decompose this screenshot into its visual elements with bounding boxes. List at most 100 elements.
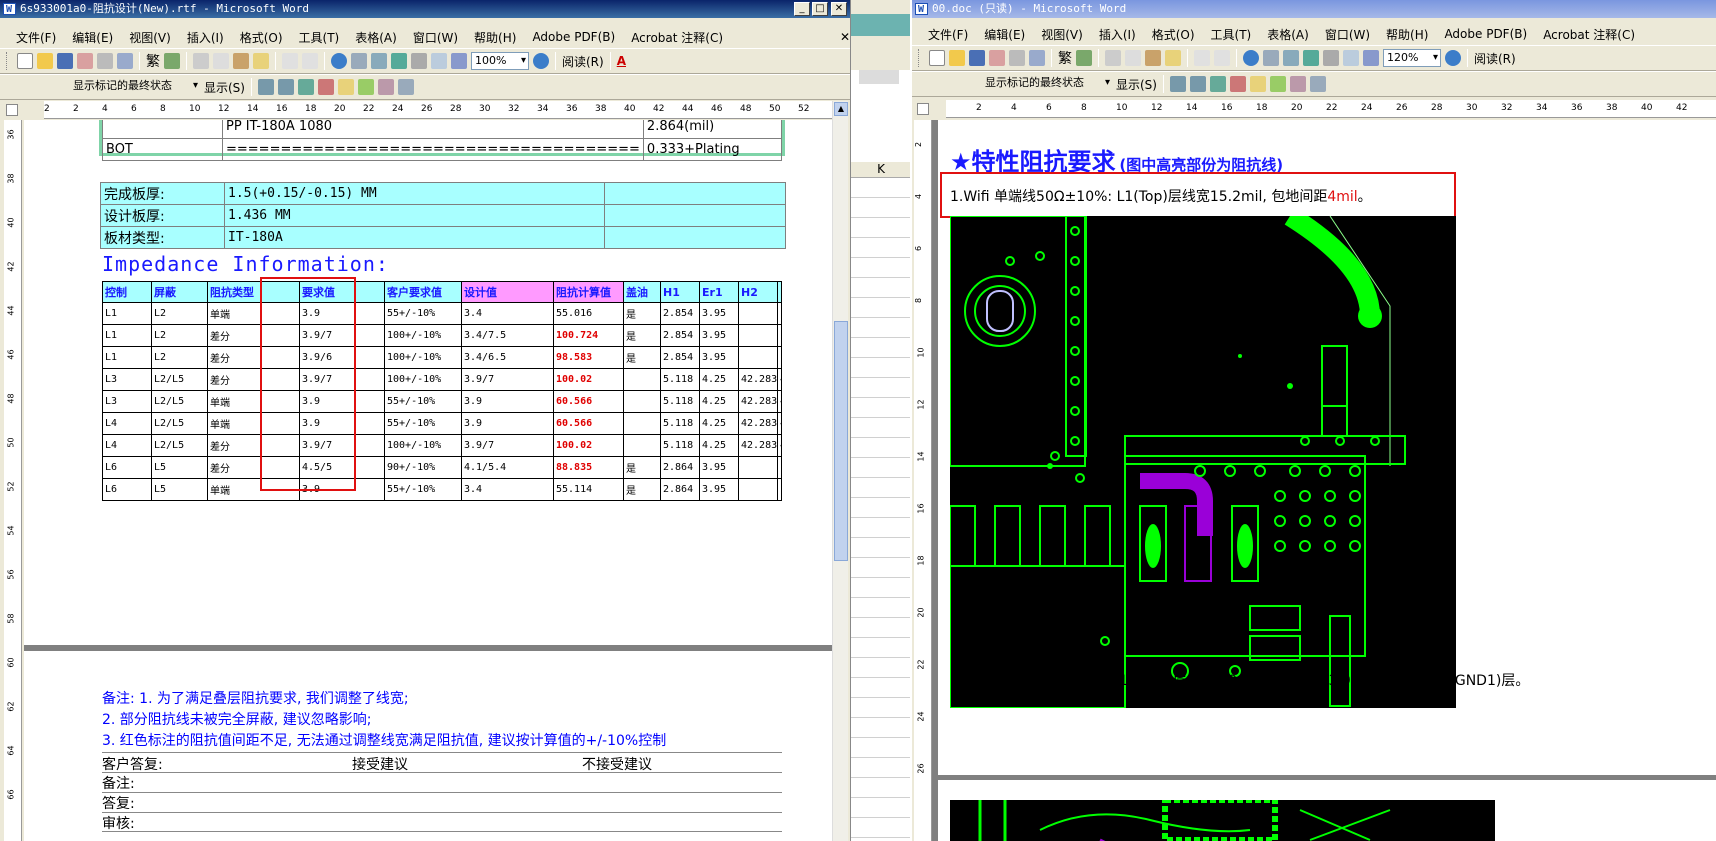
undo-icon[interactable] [1194, 50, 1210, 66]
menu-edit[interactable]: 编辑(E) [64, 29, 121, 46]
new-doc-icon[interactable] [17, 53, 33, 69]
insert-table-icon[interactable] [1283, 50, 1299, 66]
doc-close-icon[interactable]: ✕ [832, 30, 850, 44]
menu-view[interactable]: 视图(V) [1033, 26, 1091, 43]
impedance-cell[interactable]: 2.854 [660, 302, 700, 325]
impedance-cell[interactable]: 3.95 [699, 302, 739, 325]
document-page[interactable]: ★特性阻抗要求 (图中高亮部份为阻抗线) 1.Wifi 单端线50Ω±10%: … [938, 120, 1716, 775]
impedance-cell[interactable]: L6 [102, 478, 152, 501]
impedance-cell[interactable]: 3.9 [461, 412, 554, 435]
impedance-cell[interactable]: 100+/-10% [384, 434, 462, 457]
menu-format[interactable]: 格式(O) [1144, 26, 1203, 43]
menu-insert[interactable]: 插入(I) [179, 29, 232, 46]
traditional-chinese-icon[interactable]: 繁 [146, 51, 160, 71]
impedance-cell[interactable]: 4.25 [777, 368, 782, 391]
impedance-cell[interactable]: 4.25 [699, 412, 739, 435]
impedance-cell[interactable]: 2.854 [660, 324, 700, 347]
impedance-cell[interactable]: 42.283 [738, 390, 778, 413]
left-document-area[interactable]: PP IT-180A 1080 2.864(mil) BOT =========… [24, 120, 832, 841]
menu-help[interactable]: 帮助(H) [1378, 26, 1436, 43]
copy-icon[interactable] [1125, 50, 1141, 66]
paste-icon[interactable] [233, 53, 249, 69]
impedance-cell[interactable]: 3.95 [699, 478, 739, 501]
read-mode-button[interactable]: 阅读(R) [562, 53, 604, 70]
impedance-cell[interactable]: 4.25 [777, 434, 782, 457]
impedance-cell[interactable]: 3.9/7 [461, 368, 554, 391]
menu-insert[interactable]: 插入(I) [1091, 26, 1144, 43]
format-painter-icon[interactable] [1165, 50, 1181, 66]
undo-icon[interactable] [282, 53, 298, 69]
impedance-cell[interactable]: 4.25 [777, 390, 782, 413]
impedance-cell[interactable]: 42.283 [738, 412, 778, 435]
menu-table[interactable]: 表格(A) [1259, 26, 1317, 43]
impedance-cell[interactable]: L2/L5 [151, 390, 208, 413]
reviewing-pane-icon[interactable] [397, 79, 414, 95]
impedance-cell[interactable]: 100.02 [553, 434, 624, 457]
impedance-cell[interactable]: 是 [623, 346, 661, 369]
reject-change-icon[interactable] [317, 79, 334, 95]
impedance-cell[interactable]: 4.25 [699, 434, 739, 457]
impedance-cell[interactable]: 是 [623, 302, 661, 325]
help-icon[interactable] [533, 53, 549, 69]
impedance-cell[interactable] [738, 456, 778, 479]
help-icon[interactable] [1445, 50, 1461, 66]
impedance-cell[interactable]: 5.118 [660, 368, 700, 391]
impedance-cell[interactable]: 100.724 [553, 324, 624, 347]
impedance-cell[interactable]: L2 [151, 346, 208, 369]
redo-icon[interactable] [1214, 50, 1230, 66]
impedance-cell[interactable]: 100+/-10% [384, 346, 462, 369]
cut-icon[interactable] [1105, 50, 1121, 66]
impedance-cell[interactable]: 55.016 [553, 302, 624, 325]
impedance-cell[interactable]: 88.835 [553, 456, 624, 479]
menu-window[interactable]: 窗口(W) [1317, 26, 1378, 43]
scroll-up-icon[interactable]: ▲ [834, 102, 848, 116]
document-page-1[interactable]: PP IT-180A 1080 2.864(mil) BOT =========… [44, 120, 832, 645]
menu-edit[interactable]: 编辑(E) [976, 26, 1033, 43]
impedance-cell[interactable]: 是 [623, 478, 661, 501]
impedance-cell[interactable]: 4.25 [699, 368, 739, 391]
impedance-cell[interactable]: 90+/-10% [384, 456, 462, 479]
document-page-next[interactable] [938, 780, 1716, 841]
menu-adobe-pdf[interactable]: Adobe PDF(B) [524, 30, 623, 44]
toolbar-grip[interactable] [918, 49, 921, 67]
previous-change-icon[interactable] [257, 79, 274, 95]
reviewing-pane-icon[interactable] [1309, 76, 1326, 92]
impedance-cell[interactable] [623, 434, 661, 457]
markup-display-select[interactable]: 显示标记的最终状态 [982, 75, 1112, 93]
highlight-icon[interactable] [1269, 76, 1286, 92]
menu-table[interactable]: 表格(A) [347, 29, 405, 46]
next-change-icon[interactable] [1189, 76, 1206, 92]
impedance-cell[interactable]: 3.9/7 [461, 434, 554, 457]
open-folder-icon[interactable] [949, 50, 965, 66]
highlight-icon[interactable] [357, 79, 374, 95]
copy-icon[interactable] [213, 53, 229, 69]
ruler-corner-button[interactable] [6, 104, 18, 116]
impedance-cell[interactable]: 2.864 [660, 478, 700, 501]
impedance-cell[interactable]: L4 [102, 434, 152, 457]
impedance-cell[interactable]: 3.4/6.5 [461, 346, 554, 369]
scroll-thumb[interactable] [834, 321, 848, 561]
print-preview-icon[interactable] [1029, 50, 1045, 66]
impedance-cell[interactable] [623, 368, 661, 391]
impedance-cell[interactable]: L1 [102, 324, 152, 347]
close-button[interactable]: ✕ [831, 2, 847, 16]
impedance-cell[interactable] [738, 324, 778, 347]
impedance-cell[interactable]: 4.1/5.4 [461, 456, 554, 479]
print-icon[interactable] [1009, 50, 1025, 66]
menu-help[interactable]: 帮助(H) [466, 29, 524, 46]
impedance-cell[interactable]: 4.25 [777, 412, 782, 435]
impedance-cell[interactable]: 100.02 [553, 368, 624, 391]
read-mode-button[interactable]: 阅读(R) [1474, 50, 1516, 67]
ruler-corner-button[interactable] [917, 103, 929, 115]
left-vertical-scrollbar[interactable]: ▲ [832, 101, 848, 841]
previous-change-icon[interactable] [1169, 76, 1186, 92]
font-color-icon[interactable]: A [617, 54, 626, 68]
drawing-icon[interactable] [431, 53, 447, 69]
impedance-cell[interactable]: 2.854 [660, 346, 700, 369]
impedance-cell[interactable]: 55+/-10% [384, 412, 462, 435]
accept-suggestion-option[interactable]: 接受建议 [352, 754, 408, 774]
print-icon[interactable] [97, 53, 113, 69]
impedance-cell[interactable] [777, 456, 782, 479]
save-icon[interactable] [969, 50, 985, 66]
spelling-icon[interactable] [164, 53, 180, 69]
